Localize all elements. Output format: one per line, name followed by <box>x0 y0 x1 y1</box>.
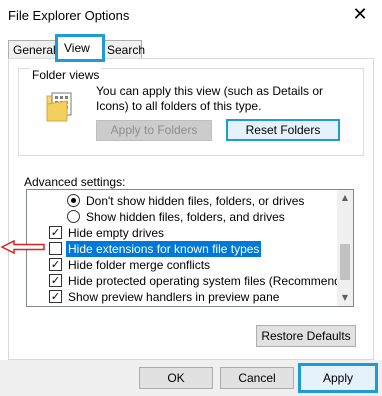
folder-views-description: You can apply this view (such as Details… <box>96 84 324 113</box>
checkbox[interactable]: ✓ <box>49 274 62 287</box>
checkbox[interactable] <box>49 242 62 255</box>
tab-general[interactable]: General <box>8 40 57 60</box>
checkbox[interactable]: ✓ <box>49 226 62 239</box>
reset-folders-button[interactable]: Reset Folders <box>226 119 340 141</box>
radio-button[interactable] <box>67 210 80 223</box>
folder-views-label: Folder views <box>30 68 102 82</box>
checkbox[interactable]: ✓ <box>49 258 62 271</box>
tab-view[interactable]: View <box>55 34 105 62</box>
list-item-label: Show hidden files, folders, and drives <box>86 210 285 224</box>
list-item-label: Don't show hidden files, folders, or dri… <box>86 194 305 208</box>
advanced-settings-list[interactable]: Don't show hidden files, folders, or dri… <box>26 189 354 307</box>
tab-search[interactable]: Search <box>102 40 145 60</box>
list-item-label: Hide folder merge conflicts <box>68 258 211 272</box>
title-bar: File Explorer Options ✕ <box>0 0 382 31</box>
radio-button[interactable] <box>67 194 80 207</box>
window-title: File Explorer Options <box>8 8 130 23</box>
checkbox[interactable]: ✓ <box>49 290 62 303</box>
scroll-up-icon[interactable]: ▲ <box>337 190 353 206</box>
folder-view-icon <box>46 92 72 122</box>
list-item-label: Hide empty drives <box>68 226 165 240</box>
apply-to-folders-button[interactable]: Apply to Folders <box>96 120 212 141</box>
close-icon[interactable]: ✕ <box>350 5 370 25</box>
scroll-thumb[interactable] <box>340 244 350 280</box>
vertical-scrollbar[interactable]: ▲ ▼ <box>337 190 353 306</box>
advanced-settings-label: Advanced settings: <box>24 175 126 189</box>
list-item-label: Hide protected operating system files (R… <box>68 274 354 288</box>
list-item-label: Hide extensions for known file types <box>66 241 262 257</box>
list-item-label: Show preview handlers in preview pane <box>68 290 280 304</box>
scroll-down-icon[interactable]: ▼ <box>337 290 353 306</box>
restore-defaults-button[interactable]: Restore Defaults <box>256 325 356 347</box>
apply-button[interactable]: Apply <box>298 363 378 393</box>
ok-button[interactable]: OK <box>139 367 213 389</box>
red-pointer-arrow-icon <box>0 240 45 254</box>
cancel-button[interactable]: Cancel <box>220 367 294 389</box>
